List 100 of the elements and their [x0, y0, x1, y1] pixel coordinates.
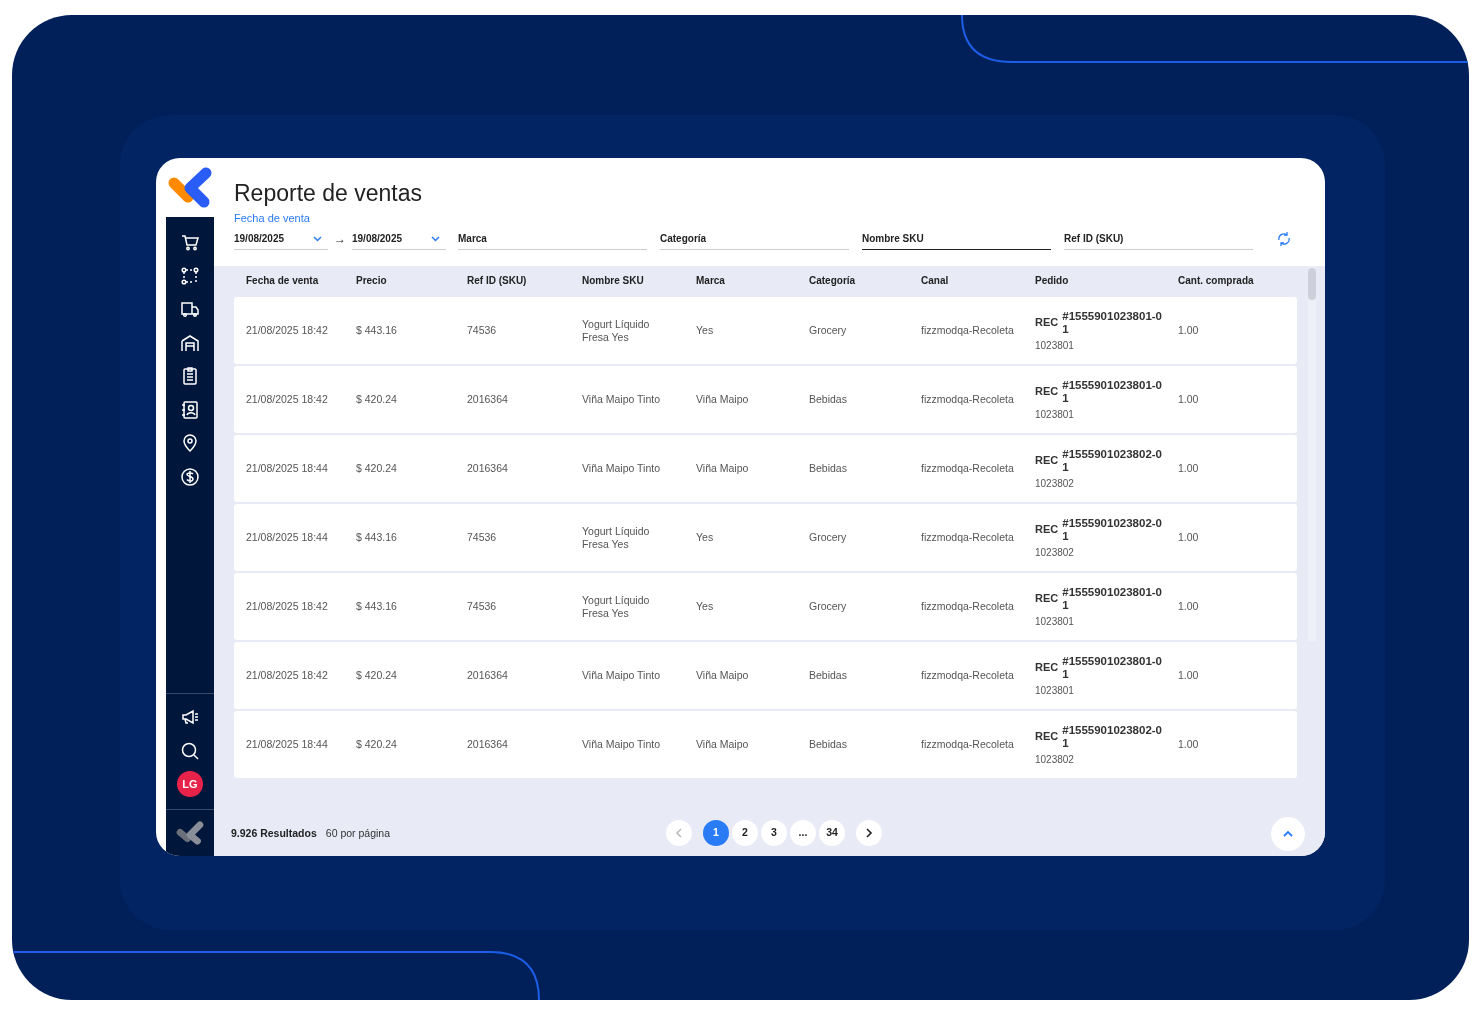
next-page-button[interactable]: [856, 820, 882, 846]
order-id: 1023802: [1035, 545, 1075, 559]
table-cell-text: Viña Maipo: [696, 393, 750, 406]
contacts-icon[interactable]: [180, 399, 200, 420]
order-id: 1023802: [1035, 752, 1075, 766]
table-cell-text: $ 443.16: [356, 600, 398, 613]
order-id: 1023801: [1035, 614, 1075, 628]
table-cell-text: 21/08/2025 18:42: [246, 600, 329, 613]
chevron-up-icon: [1283, 830, 1293, 837]
table-cell-text: $ 420.24: [356, 738, 398, 751]
filter-field[interactable]: Nombre SKU: [862, 228, 1051, 250]
route-icon[interactable]: [180, 265, 200, 286]
table-cell-text: $ 420.24: [356, 669, 398, 682]
order-tag: REC: [1035, 385, 1059, 398]
column-header: Marca: [696, 274, 726, 288]
order-number: #1555901023801-01: [1062, 654, 1163, 681]
table-cell-text: Yes: [696, 600, 715, 613]
megaphone-icon[interactable]: [180, 707, 200, 727]
logo-icon: [168, 166, 212, 209]
column-header: Fecha de venta: [246, 274, 320, 288]
page-button[interactable]: 34: [819, 820, 845, 846]
column-header: Pedido: [1035, 274, 1070, 288]
table-cell-text: 74536: [467, 531, 498, 544]
search-icon[interactable]: [180, 740, 200, 761]
table-cell-text: $ 420.24: [356, 462, 398, 475]
column-header: Nombre SKU: [582, 274, 645, 288]
table-cell-text: 1.00: [1178, 600, 1200, 613]
logo-icon: [175, 820, 205, 846]
table-cell-text: Viña Maipo: [696, 669, 750, 682]
table-cell-text: fizzmodqa-Recoleta: [921, 324, 1015, 337]
table-cell-text: fizzmodqa-Recoleta: [921, 738, 1015, 751]
truck-icon[interactable]: [180, 299, 200, 319]
scrollbar[interactable]: [1308, 266, 1316, 641]
table-cell-text: Viña Maipo Tinto: [582, 393, 662, 406]
order-id: 1023801: [1035, 683, 1075, 697]
table-cell-text: Bebidas: [809, 738, 848, 751]
order-number: #1555901023802-01: [1062, 447, 1163, 474]
page-button[interactable]: 3: [761, 820, 787, 846]
order-tag: REC: [1035, 730, 1059, 743]
refresh-icon[interactable]: [1277, 231, 1291, 247]
order-id: 1023801: [1035, 407, 1075, 421]
filter-field[interactable]: Ref ID (SKU): [1064, 228, 1253, 250]
page-title: Reporte de ventas: [234, 179, 423, 207]
page-button[interactable]: 1: [703, 820, 729, 846]
table-cell-text: Yogurt Líquido Fresa Yes: [582, 593, 651, 620]
table-cell-text: Viña Maipo Tinto: [582, 738, 662, 751]
table-cell-text: Grocery: [809, 324, 848, 337]
chevron-right-icon: [865, 828, 873, 838]
column-header: Cant. comprada: [1178, 274, 1255, 288]
table-cell-text: Viña Maipo: [696, 462, 750, 475]
page-button[interactable]: ...: [790, 820, 816, 846]
page-button[interactable]: 2: [732, 820, 758, 846]
warehouse-icon[interactable]: [180, 332, 200, 353]
order-number: #1555901023801-01: [1062, 309, 1163, 336]
date-field[interactable]: 19/08/2025: [234, 228, 328, 250]
order-tag: REC: [1035, 523, 1059, 536]
table-cell-text: $ 443.16: [356, 324, 398, 337]
table-cell-text: Bebidas: [809, 462, 848, 475]
clipboard-icon[interactable]: [180, 366, 200, 386]
table-cell-text: fizzmodqa-Recoleta: [921, 462, 1015, 475]
filter-field[interactable]: Marca: [458, 228, 647, 250]
table-cell-text: fizzmodqa-Recoleta: [921, 669, 1015, 682]
table-cell-text: Grocery: [809, 600, 848, 613]
date-label: Fecha de venta: [234, 212, 311, 224]
table-cell-text: fizzmodqa-Recoleta: [921, 531, 1015, 544]
date-field[interactable]: 19/08/2025: [352, 228, 446, 250]
location-pin-icon[interactable]: [180, 433, 200, 453]
cart-icon[interactable]: [180, 232, 200, 252]
per-page-label: 60 por página: [325, 825, 391, 841]
chevron-down-icon: [431, 235, 440, 242]
avatar[interactable]: LG: [177, 771, 203, 797]
table-cell-text: fizzmodqa-Recoleta: [921, 600, 1015, 613]
table-cell-text: 2016364: [467, 462, 509, 475]
table-cell-text: fizzmodqa-Recoleta: [921, 393, 1015, 406]
table-cell-text: 1.00: [1178, 324, 1200, 337]
table-cell-text: $ 443.16: [356, 531, 398, 544]
table-cell-text: 21/08/2025 18:42: [246, 324, 329, 337]
table-cell-text: 1.00: [1178, 462, 1200, 475]
table-cell-text: Viña Maipo Tinto: [582, 462, 662, 475]
dollar-icon[interactable]: [180, 466, 200, 487]
table-cell-text: 21/08/2025 18:44: [246, 462, 329, 475]
table-cell-text: 21/08/2025 18:44: [246, 531, 329, 544]
table-cell-text: Bebidas: [809, 669, 848, 682]
filter-field[interactable]: Categoría: [660, 228, 849, 250]
column-header: Canal: [921, 274, 950, 288]
order-id: 1023801: [1035, 338, 1075, 352]
column-header: Ref ID (SKU): [467, 274, 528, 288]
arrow-icon: →: [334, 230, 346, 248]
results-count: 9.926 Resultados: [231, 825, 317, 841]
table-cell-text: Viña Maipo: [696, 738, 750, 751]
table-cell-text: 21/08/2025 18:42: [246, 669, 329, 682]
table-cell-text: 21/08/2025 18:42: [246, 393, 329, 406]
order-number: #1555901023801-01: [1062, 378, 1163, 405]
table-cell-text: Yes: [696, 531, 715, 544]
table-cell-text: 2016364: [467, 669, 509, 682]
table-cell-text: Yogurt Líquido Fresa Yes: [582, 524, 651, 551]
table-cell-text: 1.00: [1178, 393, 1200, 406]
order-tag: REC: [1035, 454, 1059, 467]
table-cell-text: Yogurt Líquido Fresa Yes: [582, 317, 651, 344]
table-cell-text: 1.00: [1178, 531, 1200, 544]
